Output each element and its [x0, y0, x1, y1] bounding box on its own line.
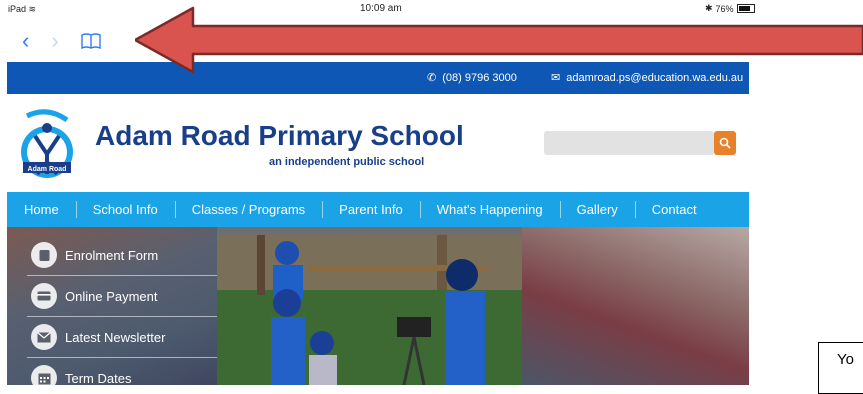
- search-button[interactable]: [714, 131, 736, 155]
- school-logo[interactable]: Adam Road: [17, 102, 85, 184]
- envelope-icon: [31, 324, 57, 350]
- card-icon: [31, 283, 57, 309]
- browser-nav-buttons: ‹ ›: [22, 30, 101, 52]
- search-icon: [719, 137, 731, 149]
- quick-link-label: Latest Newsletter: [65, 329, 166, 345]
- hero-background-right: [522, 227, 749, 385]
- form-icon: [31, 242, 57, 268]
- quick-link-label: Online Payment: [65, 288, 158, 304]
- forward-button[interactable]: ›: [51, 30, 58, 52]
- quick-link-latest-newsletter[interactable]: Latest Newsletter: [27, 317, 217, 358]
- annotation-note-text: Yo: [837, 351, 854, 368]
- menu-home[interactable]: Home: [7, 192, 76, 227]
- school-tagline: an independent public school: [269, 156, 425, 168]
- device-name: iPad: [8, 4, 27, 14]
- menu-school-info[interactable]: School Info: [75, 192, 175, 227]
- menu-contact[interactable]: Contact: [634, 192, 714, 227]
- wifi-icon: ≋: [28, 4, 37, 14]
- quick-link-label: Term Dates: [65, 370, 132, 386]
- hero-area: Enrolment Form Online Payment Latest New…: [7, 227, 749, 385]
- calendar-icon: [31, 365, 57, 385]
- logo-text: Adam Road: [28, 166, 67, 173]
- hero-photo: [217, 235, 522, 385]
- device-label: iPad ≋: [8, 4, 36, 15]
- annotation-note: Yo: [818, 342, 863, 394]
- annotation-arrow: [135, 6, 863, 74]
- quick-link-term-dates[interactable]: Term Dates: [27, 358, 217, 385]
- search-input[interactable]: [544, 131, 714, 155]
- back-button[interactable]: ‹: [22, 30, 29, 52]
- quick-link-label: Enrolment Form: [65, 247, 159, 263]
- quick-link-enrolment-form[interactable]: Enrolment Form: [27, 235, 217, 276]
- menu-parent-info[interactable]: Parent Info: [322, 192, 420, 227]
- main-menu: Home School Info Classes / Programs Pare…: [7, 192, 749, 227]
- quick-links: Enrolment Form Online Payment Latest New…: [27, 235, 217, 385]
- bookmarks-icon[interactable]: [80, 33, 101, 50]
- menu-gallery[interactable]: Gallery: [559, 192, 635, 227]
- menu-whats-happening[interactable]: What's Happening: [419, 192, 560, 227]
- menu-classes-programs[interactable]: Classes / Programs: [174, 192, 322, 227]
- site-header: Adam Road Adam Road Primary School an in…: [7, 94, 749, 192]
- quick-link-online-payment[interactable]: Online Payment: [27, 276, 217, 317]
- school-name[interactable]: Adam Road Primary School: [95, 120, 464, 152]
